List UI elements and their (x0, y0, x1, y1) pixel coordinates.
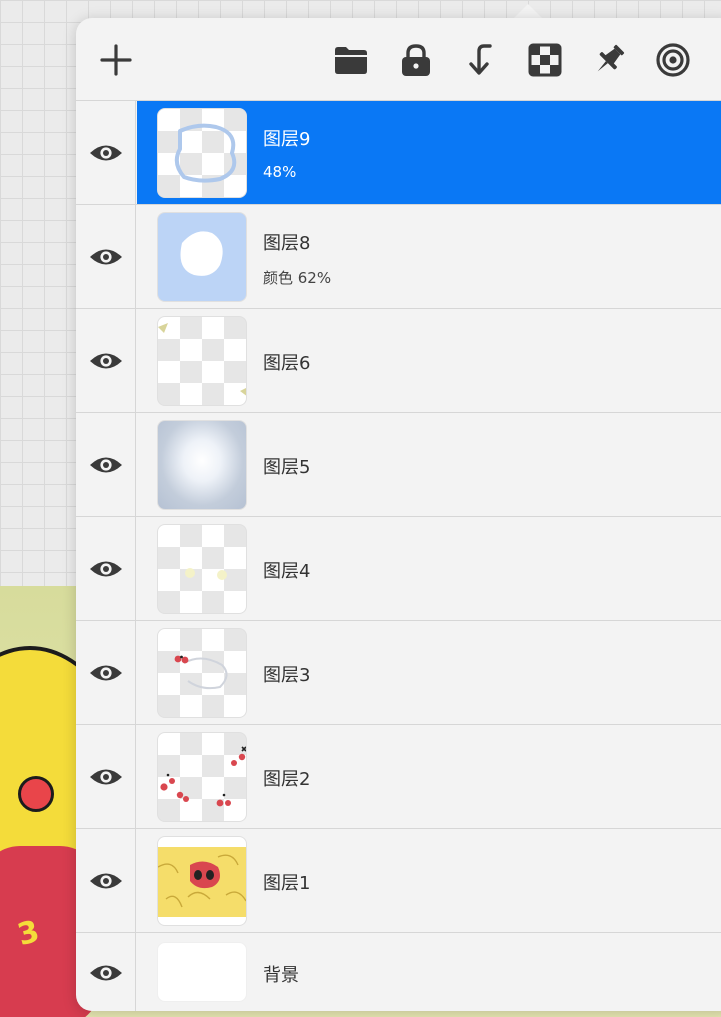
visibility-toggle[interactable] (76, 101, 136, 204)
layer-name: 图层8 (263, 233, 311, 254)
background-color-swatch (157, 942, 247, 1002)
group-layers-button[interactable] (327, 36, 375, 84)
layer-main[interactable]: 图层4 (137, 517, 721, 620)
layer-thumbnail (157, 732, 247, 822)
add-layer-button[interactable] (92, 36, 140, 84)
layer-main[interactable]: 图层3 (137, 621, 721, 724)
eye-icon (89, 145, 122, 160)
merge-down-icon (469, 44, 492, 75)
layer-thumbnail (157, 836, 247, 926)
layer-name: 图层9 (263, 129, 311, 150)
lock-icon (402, 44, 430, 76)
eye-icon (89, 561, 122, 576)
layer-row[interactable]: 图层3 (76, 620, 721, 724)
eye-icon (89, 965, 122, 980)
visibility-toggle[interactable] (76, 621, 136, 724)
target-icon (656, 43, 690, 77)
eye-icon (89, 457, 122, 472)
layer-row[interactable]: 图层9 48% (76, 100, 721, 204)
layer-main[interactable]: 图层8 颜色 62% (137, 205, 721, 308)
eye-icon (89, 665, 122, 680)
visibility-toggle[interactable] (76, 309, 136, 412)
layer-thumbnail (157, 524, 247, 614)
layer-row[interactable]: 图层5 (76, 412, 721, 516)
visibility-toggle[interactable] (76, 205, 136, 308)
layer-main[interactable]: 图层2 (137, 725, 721, 828)
visibility-toggle[interactable] (76, 933, 136, 1011)
layer-name: 图层1 (263, 873, 311, 894)
layer-thumbnail (157, 108, 247, 198)
layer-thumbnail (157, 316, 247, 406)
visibility-toggle[interactable] (76, 413, 136, 516)
layers-panel: 图层9 48% 图层8 颜色 62% 图层6 图层5 图层4 图层3 图层2 图… (76, 18, 721, 1011)
layer-row[interactable]: 图层8 颜色 62% (76, 204, 721, 308)
visibility-toggle[interactable] (76, 829, 136, 932)
eye-icon (89, 873, 122, 888)
pin-icon (597, 44, 625, 72)
layer-name: 背景 (263, 965, 299, 986)
layer-main[interactable]: 图层9 48% (137, 101, 721, 204)
layer-list: 图层9 48% 图层8 颜色 62% 图层6 图层5 图层4 图层3 图层2 图… (76, 100, 721, 1011)
eye-icon (89, 353, 122, 368)
layer-name: 图层4 (263, 561, 311, 582)
add-icon (100, 44, 132, 76)
layer-row[interactable]: 图层4 (76, 516, 721, 620)
layer-thumbnail (157, 420, 247, 510)
layer-main[interactable]: 图层6 (137, 309, 721, 412)
checkerboard-icon (528, 43, 562, 77)
layer-name: 图层3 (263, 665, 311, 686)
layer-row[interactable]: 图层2 (76, 724, 721, 828)
layer-thumbnail (157, 212, 247, 302)
visibility-toggle[interactable] (76, 725, 136, 828)
folder-icon (335, 47, 367, 74)
layer-blend-opacity: 颜色 62% (263, 269, 332, 287)
character-cheek (18, 776, 54, 812)
layer-row[interactable]: 图层6 (76, 308, 721, 412)
layer-row[interactable]: 背景 (76, 932, 721, 1011)
visibility-toggle[interactable] (76, 517, 136, 620)
eye-icon (89, 249, 122, 264)
layer-name: 图层6 (263, 353, 311, 374)
layer-main[interactable]: 背景 (137, 933, 721, 1011)
layer-opacity: 48% (263, 163, 297, 181)
lock-layer-button[interactable] (392, 36, 440, 84)
layers-toolbar (76, 18, 721, 100)
reference-layer-button[interactable] (649, 36, 697, 84)
layer-name: 图层2 (263, 769, 311, 790)
transparency-lock-button[interactable] (521, 36, 569, 84)
layer-name: 图层5 (263, 457, 311, 478)
layer-main[interactable]: 图层5 (137, 413, 721, 516)
merge-down-button[interactable] (456, 36, 504, 84)
layer-thumbnail (157, 628, 247, 718)
pin-layer-button[interactable] (585, 36, 633, 84)
layer-main[interactable]: 图层1 (137, 829, 721, 932)
eye-icon (89, 769, 122, 784)
layer-row[interactable]: 图层1 (76, 828, 721, 932)
